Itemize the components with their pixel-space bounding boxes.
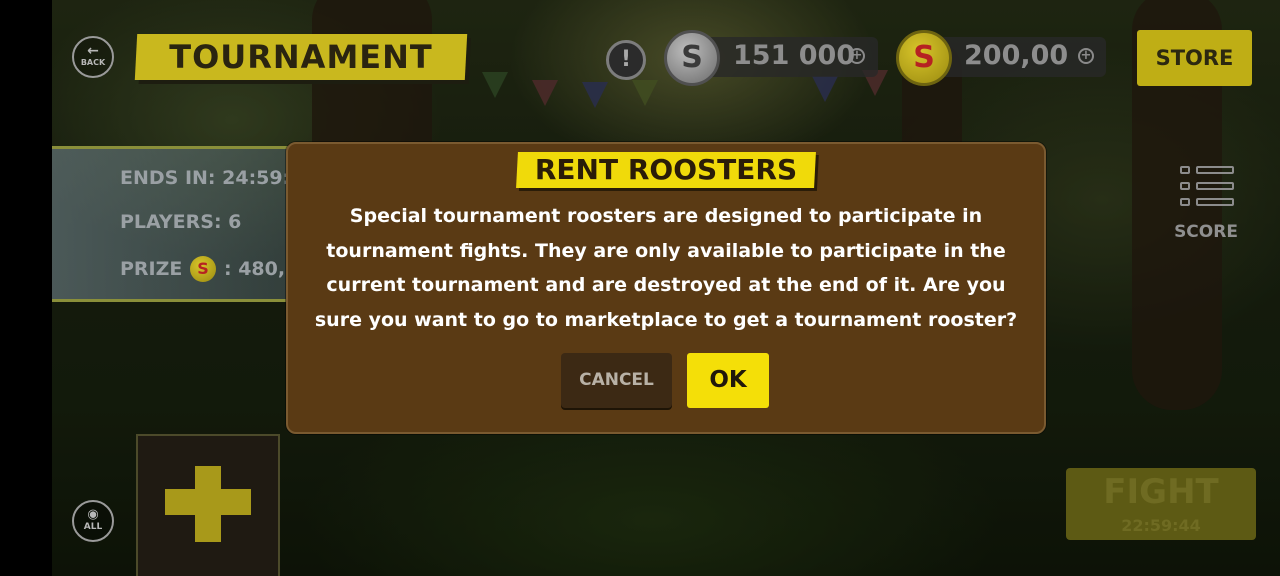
prize-coin-icon: S [190,256,216,282]
silver-balance-value: 151 000 [733,40,856,71]
fight-timer: 22:59:44 [1121,516,1201,535]
page-title: TOURNAMENT [169,38,433,76]
plus-icon-vertical [195,466,221,542]
back-button[interactable]: ← BACK [72,36,114,78]
score-label[interactable]: SCORE [1170,222,1242,242]
dialog-title: RENT ROOSTERS [534,153,798,186]
back-arrow-icon: ← [87,43,99,59]
eye-icon: ◉ [87,507,99,522]
info-icon[interactable]: ! [606,40,646,80]
cancel-button[interactable]: CANCEL [561,353,672,408]
ends-in-text: ENDS IN: 24:59:4 [120,167,304,189]
gold-balance-value: 200,00 [964,40,1069,71]
back-label: BACK [80,58,106,67]
store-button[interactable]: STORE [1137,30,1252,86]
left-letterbox [0,0,52,576]
fight-label: FIGHT [1103,472,1219,512]
score-list-icon[interactable] [1178,162,1236,210]
all-label: ALL [83,522,103,532]
all-button[interactable]: ◉ ALL [72,500,114,542]
add-silver-icon[interactable]: + [849,48,865,64]
players-text: PLAYERS: 6 [120,211,242,233]
silver-coin-icon: S [664,30,720,86]
ok-button[interactable]: OK [687,353,769,408]
add-gold-icon[interactable]: + [1078,48,1094,64]
gold-coin-icon: S [896,30,952,86]
prize-label: PRIZE [120,258,183,280]
prize-value: : 480, [224,258,286,280]
dialog-message: Special tournament roosters are designed… [314,205,1018,331]
